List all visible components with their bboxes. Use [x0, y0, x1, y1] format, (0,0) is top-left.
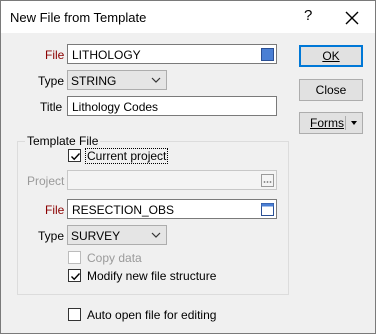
forms-split-divider — [345, 116, 346, 130]
template-type-dropdown-value: SURVEY — [71, 229, 121, 243]
template-type-dropdown[interactable]: SURVEY — [67, 225, 167, 245]
title-label: Title — [40, 100, 63, 114]
current-project-checkbox[interactable] — [68, 149, 81, 162]
auto-open-label: Auto open file for editing — [87, 308, 217, 322]
title-input-value: Lithology Codes — [72, 100, 159, 114]
template-type-label: Type — [38, 229, 65, 243]
file-input[interactable]: LITHOLOGY — [67, 44, 277, 64]
ok-button-label: OK — [322, 49, 340, 63]
title-bar: New File from Template ? — [1, 1, 375, 33]
ellipsis-browse-icon[interactable] — [261, 174, 274, 187]
file-browse-icon[interactable] — [261, 48, 274, 61]
template-file-group-title: Template File — [25, 134, 101, 148]
checkmark-icon — [71, 153, 81, 161]
template-file-input-value: RESECTION_OBS — [72, 203, 175, 217]
template-file-label: File — [45, 203, 65, 217]
auto-open-checkbox[interactable] — [68, 308, 81, 321]
file-label: File — [45, 48, 65, 62]
type-dropdown-value: STRING — [71, 74, 117, 88]
copy-data-label: Copy data — [87, 251, 142, 265]
chevron-down-icon — [151, 232, 161, 238]
checkmark-icon — [71, 273, 81, 281]
dialog-title: New File from Template — [10, 10, 147, 25]
type-dropdown[interactable]: STRING — [67, 70, 167, 90]
help-button[interactable]: ? — [304, 7, 312, 24]
ok-button[interactable]: OK — [299, 45, 363, 67]
project-input[interactable] — [67, 170, 277, 190]
copy-data-checkbox[interactable] — [68, 251, 81, 264]
modify-structure-checkbox[interactable] — [68, 269, 81, 282]
modify-structure-label: Modify new file structure — [87, 269, 217, 283]
close-icon[interactable] — [343, 9, 361, 27]
forms-dropdown-arrow-icon[interactable] — [349, 118, 359, 128]
project-label: Project — [27, 174, 65, 188]
template-file-browse-icon[interactable] — [261, 203, 274, 216]
current-project-label[interactable]: Current project — [84, 148, 169, 164]
close-button[interactable]: Close — [299, 79, 363, 101]
file-input-value: LITHOLOGY — [72, 48, 141, 62]
chevron-down-icon — [151, 77, 161, 83]
forms-button[interactable]: Forms — [299, 112, 363, 134]
forms-button-label: Forms — [310, 116, 344, 130]
title-input[interactable]: Lithology Codes — [67, 96, 277, 116]
template-file-input[interactable]: RESECTION_OBS — [67, 199, 277, 219]
new-file-from-template-dialog: New File from Template ? File LITHOLOGY … — [0, 0, 376, 334]
type-label: Type — [38, 74, 65, 88]
